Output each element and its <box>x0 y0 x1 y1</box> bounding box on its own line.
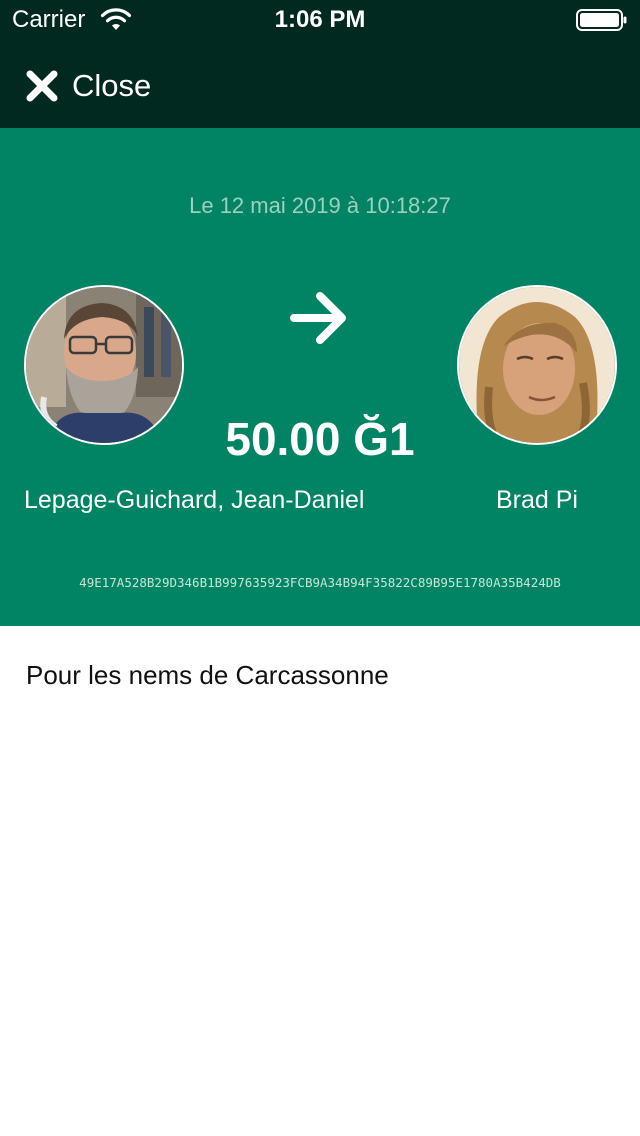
transaction-header: Le 12 mai 2019 à 10:18:27 50.00 Ğ1 Lepag… <box>0 128 640 626</box>
sender-name[interactable]: Lepage-Guichard, Jean-Daniel <box>24 484 365 516</box>
status-bar: Carrier 1:06 PM <box>0 0 640 40</box>
recipient-name[interactable]: Brad Pi <box>457 484 617 516</box>
close-icon <box>26 70 58 102</box>
transaction-amount: 50.00 Ğ1 <box>225 413 415 465</box>
arrow-right-icon <box>290 292 346 344</box>
status-time: 1:06 PM <box>274 6 366 33</box>
transaction-detail-screen: Carrier 1:06 PM Close Le 12 mai 2019 à 1… <box>0 0 640 1136</box>
transaction-hash: 49E17A528B29D346B1B997635923FCB9A34B94F3… <box>79 575 561 590</box>
battery-icon <box>576 9 627 31</box>
close-button[interactable]: Close <box>24 66 151 106</box>
transaction-comment: Pour les nems de Carcassonne <box>26 660 389 690</box>
navigation-bar: Close <box>0 40 640 128</box>
close-label: Close <box>72 68 152 103</box>
transaction-date: Le 12 mai 2019 à 10:18:27 <box>189 193 451 218</box>
